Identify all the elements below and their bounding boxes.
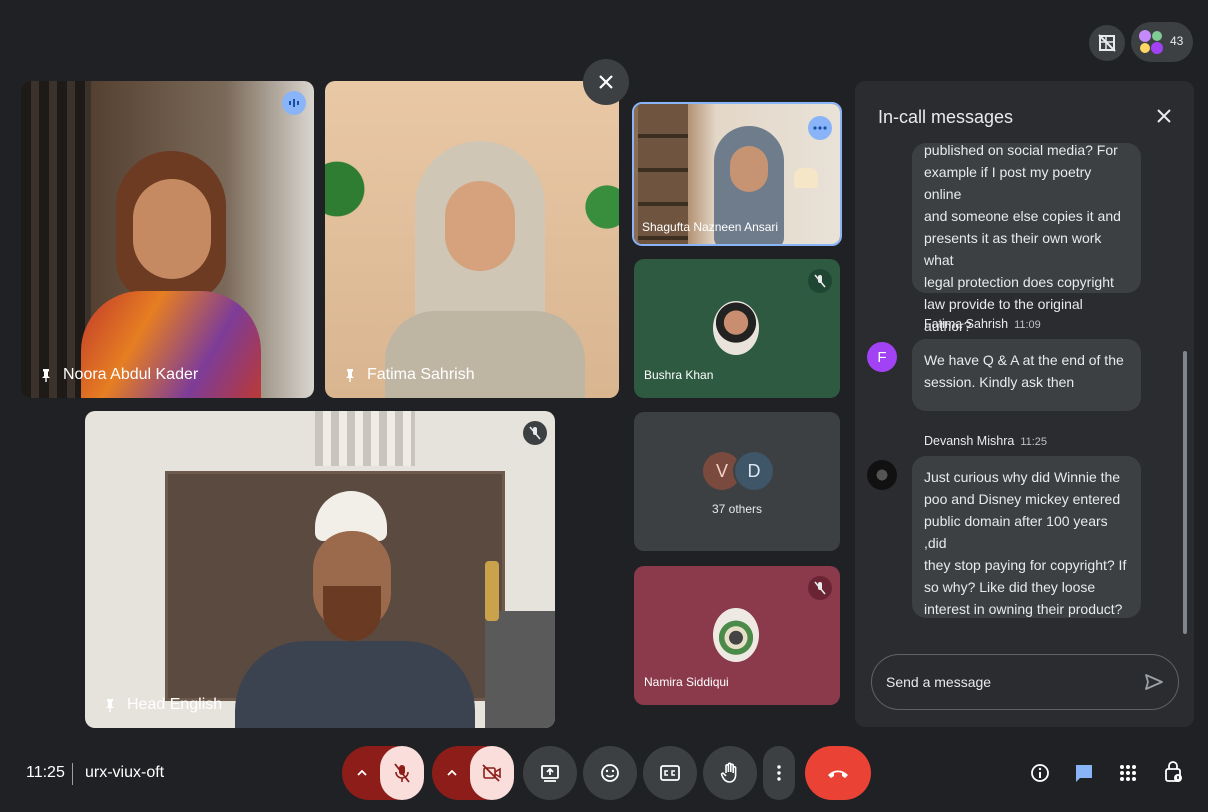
tile-head-english[interactable]: Head English [85,411,555,728]
muted-indicator-icon [808,576,832,600]
audio-options-button[interactable] [342,746,382,800]
video-options-button[interactable] [432,746,472,800]
lock-person-icon [1165,761,1182,782]
message-bubble: Just curious why did Winnie the poo and … [912,456,1141,618]
message-bubble: published on social media? For example i… [912,142,1141,334]
person-noora [81,151,261,398]
participant-name: Noora Abdul Kader [63,366,199,383]
participant-name: Bushra Khan [644,368,714,382]
tile-name-row: Noora Abdul Kader [39,366,198,384]
host-controls-button[interactable] [1160,757,1188,787]
tile-name-row: Namira Siddiqui [644,675,729,689]
message-time: 11:09 [1014,319,1041,331]
mic-control-group [342,746,424,800]
call-end-icon [828,770,848,778]
meeting-time: 11:25 [26,764,65,781]
tile-name-row: Shagufta Nazneen Ansari [642,220,778,234]
info-icon [1031,764,1049,782]
plant [325,141,365,261]
avatar [713,301,759,355]
raise-hand-button[interactable] [703,746,757,800]
close-tile-button[interactable] [583,59,629,105]
meeting-details-button[interactable] [1026,759,1054,787]
tile-name-row: Fatima Sahrish [343,366,475,384]
message-bubble: We have Q & A at the end of the session.… [912,339,1141,411]
pin-icon [346,369,354,382]
chevron-up-icon [447,770,457,776]
pin-icon [42,369,50,382]
tile-name-row: Bushra Khan [644,368,713,382]
emoji-icon [601,764,619,782]
mic-off-button[interactable] [380,746,424,800]
message-input-placeholder: Send a message [886,674,992,690]
more-options-button[interactable] [763,746,795,800]
avatar-d: D [735,452,773,490]
participant-count: 43 [1170,34,1184,48]
chat-icon [1076,765,1092,782]
activities-button[interactable] [1114,759,1142,787]
apps-icon [1120,765,1136,781]
speaking-indicator-icon [282,91,306,115]
tile-others[interactable]: V D 37 others [634,412,840,551]
participant-name: Head English [127,696,223,713]
tile-noora[interactable]: Noora Abdul Kader [21,81,314,398]
leave-call-button[interactable] [805,746,871,800]
muted-indicator-icon [808,269,832,293]
panel-title: In-call messages [878,107,1014,127]
muted-indicator-icon [523,421,547,445]
trophy [485,561,499,621]
tile-bushra[interactable]: Bushra Khan [634,259,840,398]
close-icon [1157,109,1171,123]
mic-off-icon [394,763,410,783]
tile-shagufta[interactable]: Shagufta Nazneen Ansari [632,102,842,246]
participant-name: Fatima Sahrish [367,366,475,383]
close-icon [599,75,613,89]
camera-control-group [432,746,514,800]
tile-namira[interactable]: Namira Siddiqui [634,566,840,705]
send-icon[interactable] [1144,673,1164,691]
avatar [867,460,897,490]
hand-icon [720,762,737,783]
videocam-off-icon [482,764,501,782]
plant-right [579,171,619,261]
closed-caption-icon [660,765,680,781]
participant-avatars-icon [1137,28,1165,56]
present-to-all-icon [541,765,559,782]
tile-name-row: Head English [103,696,222,714]
pin-icon [106,699,114,712]
more-options-button[interactable] [808,116,832,140]
participant-name: Shagufta Nazneen Ansari [642,220,779,234]
message-sender: Devansh Mishra 11:25 [924,434,1048,448]
person-fatima [385,141,585,398]
avatar [713,608,759,662]
reactions-button[interactable] [583,746,637,800]
hide-tile-button[interactable] [1089,25,1125,61]
camera-off-button[interactable] [470,746,514,800]
avatar: F [867,342,897,372]
chat-button[interactable] [1070,759,1098,787]
close-panel-button[interactable] [1154,106,1174,126]
participants-button[interactable]: 43 [1131,22,1193,62]
message-input[interactable]: Send a message [871,654,1179,710]
present-screen-button[interactable] [523,746,577,800]
message-sender: Fatima Sahrish 11:09 [924,317,1041,331]
more-vert-icon [777,765,781,781]
in-call-messages-panel: In-call messages published on social med… [855,81,1194,727]
scrollbar[interactable] [1183,351,1187,634]
window [315,411,415,466]
meeting-code: urx-viux-oft [85,764,165,781]
message-time: 11:25 [1020,436,1048,448]
others-label: 37 others [711,502,763,516]
person-head [235,491,475,728]
captions-button[interactable] [643,746,697,800]
shelf [485,611,555,728]
lamp [794,168,818,188]
grid-off-icon [1098,34,1116,52]
participant-name: Namira Siddiqui [644,675,729,689]
tile-fatima[interactable]: Fatima Sahrish [325,81,619,398]
more-horiz-icon [813,126,827,130]
chevron-up-icon [357,770,367,776]
divider [72,763,73,785]
